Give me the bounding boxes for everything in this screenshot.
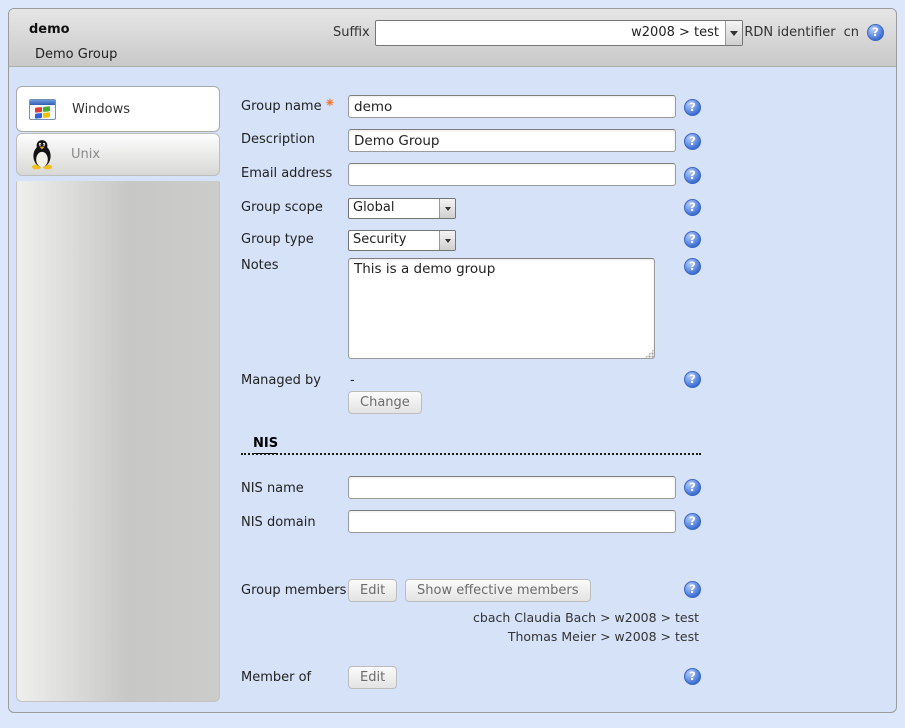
- help-icon-notes[interactable]: ?: [684, 258, 701, 275]
- help-icon-group-scope[interactable]: ?: [684, 199, 701, 216]
- description-label: Description: [241, 132, 315, 147]
- help-icon-description[interactable]: ?: [684, 133, 701, 150]
- tab-windows[interactable]: Windows: [16, 86, 220, 132]
- email-input[interactable]: [348, 163, 676, 186]
- help-icon-email[interactable]: ?: [684, 167, 701, 184]
- help-icon-nis-name[interactable]: ?: [684, 479, 701, 496]
- managed-by-value: -: [350, 373, 355, 388]
- suffix-selected-value: w2008 > test: [376, 21, 725, 45]
- tab-unix[interactable]: Unix: [16, 133, 220, 176]
- group-members-label: Group members: [241, 583, 346, 598]
- sidebar-panel: [16, 181, 220, 702]
- rdn-identifier-group: RDN identifier cn ?: [744, 24, 884, 41]
- notes-label: Notes: [241, 258, 279, 273]
- help-icon-group-members[interactable]: ?: [684, 581, 701, 598]
- show-effective-members-button[interactable]: Show effective members: [405, 579, 591, 602]
- windows-logo-icon: [29, 99, 56, 120]
- member-of-label: Member of: [241, 670, 311, 685]
- tux-penguin-icon: [29, 139, 55, 170]
- group-scope-value: Global: [349, 199, 439, 218]
- tab-windows-label: Windows: [72, 102, 130, 117]
- help-icon-group-name[interactable]: ?: [684, 99, 701, 116]
- chevron-down-icon[interactable]: [439, 199, 455, 218]
- change-button[interactable]: Change: [348, 391, 422, 414]
- notes-textarea[interactable]: This is a demo group: [348, 258, 655, 359]
- group-members-edit-button[interactable]: Edit: [348, 579, 397, 602]
- member-of-edit-button[interactable]: Edit: [348, 666, 397, 689]
- chevron-down-icon[interactable]: [725, 21, 742, 45]
- help-icon-member-of[interactable]: ?: [684, 668, 701, 685]
- help-icon-rdn[interactable]: ?: [867, 24, 884, 41]
- member-entry: cbach Claudia Bach > w2008 > test: [473, 610, 699, 625]
- suffix-select[interactable]: w2008 > test: [375, 20, 743, 46]
- help-icon-nis-domain[interactable]: ?: [684, 513, 701, 530]
- managed-by-label: Managed by: [241, 373, 321, 388]
- rdn-value: cn: [844, 25, 859, 40]
- group-type-value: Security: [349, 231, 439, 250]
- title-bar: demo Demo Group Suffix w2008 > test RDN …: [9, 9, 896, 67]
- tab-unix-label: Unix: [71, 147, 100, 162]
- description-input[interactable]: [348, 129, 676, 152]
- nis-domain-label: NIS domain: [241, 515, 316, 530]
- page-subtitle: Demo Group: [35, 47, 117, 62]
- nis-name-input[interactable]: [348, 476, 676, 499]
- help-icon-managed-by[interactable]: ?: [684, 371, 701, 388]
- nis-section-title: NIS: [253, 436, 278, 454]
- group-type-label: Group type: [241, 232, 314, 247]
- email-label: Email address: [241, 166, 332, 181]
- group-name-input[interactable]: [348, 95, 676, 118]
- group-scope-label: Group scope: [241, 200, 323, 215]
- suffix-label: Suffix: [333, 25, 370, 40]
- member-entry: Thomas Meier > w2008 > test: [508, 629, 699, 644]
- nis-section-divider: [241, 453, 701, 455]
- group-type-select[interactable]: Security: [348, 230, 456, 251]
- required-marker-icon: ✳: [326, 98, 334, 109]
- chevron-down-icon[interactable]: [439, 231, 455, 250]
- nis-domain-input[interactable]: [348, 510, 676, 533]
- group-name-label: Group name ✳: [241, 98, 334, 114]
- group-edit-page: demo Demo Group Suffix w2008 > test RDN …: [8, 8, 897, 713]
- help-icon-group-type[interactable]: ?: [684, 231, 701, 248]
- rdn-label: RDN identifier: [744, 25, 835, 40]
- page-title: demo: [29, 22, 70, 37]
- nis-name-label: NIS name: [241, 481, 304, 496]
- group-scope-select[interactable]: Global: [348, 198, 456, 219]
